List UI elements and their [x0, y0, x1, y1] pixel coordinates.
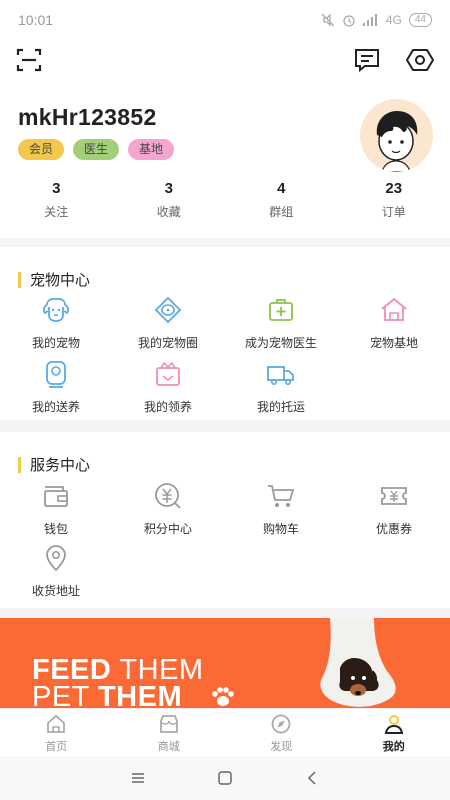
tab-shop-label: 商城: [157, 741, 180, 753]
coupon-icon: [381, 487, 407, 505]
cart-icon: [268, 485, 295, 507]
cart-item[interactable]: 购物车: [225, 481, 337, 537]
back-icon[interactable]: [302, 768, 322, 788]
username[interactable]: mkHr123852: [18, 104, 157, 131]
title-accent-bar: [18, 271, 21, 288]
compass-icon: [271, 714, 291, 734]
pet-circle-icon: [154, 296, 182, 324]
settings-icon[interactable]: [406, 46, 434, 74]
address-label: 收货地址: [31, 584, 80, 598]
my-adoption-label: 我的领养: [143, 400, 192, 414]
badge-member: 会员: [18, 139, 65, 160]
avatar[interactable]: [360, 99, 433, 172]
stat-follow-value: 3: [52, 180, 61, 197]
become-vet-item[interactable]: 成为宠物医生: [225, 295, 337, 351]
status-time: 10:01: [18, 12, 54, 28]
pet-house-icon: [381, 297, 407, 321]
pet-base-item[interactable]: 宠物基地: [338, 295, 450, 351]
tab-discover-label: 发现: [270, 741, 293, 753]
tab-discover[interactable]: 发现: [225, 709, 338, 756]
stat-favorites-value: 3: [164, 180, 173, 197]
banner-word-pet: PET: [32, 681, 90, 708]
truck-icon: [267, 366, 294, 385]
status-icons: 4G 44: [321, 13, 432, 27]
give-away-icon: [46, 361, 66, 388]
alarm-icon: [343, 15, 355, 27]
mute-icon: [321, 13, 335, 27]
message-icon[interactable]: [353, 46, 381, 74]
stat-orders-label: 订单: [381, 205, 406, 219]
points-center-label: 积分中心: [143, 522, 192, 536]
status-bar: 10:01 4G 44: [0, 0, 450, 40]
address-item[interactable]: 收货地址: [0, 543, 112, 599]
pet-center-title: 宠物中心: [18, 269, 90, 290]
network-type: 4G: [385, 13, 402, 27]
badge-doctor: 医生: [73, 139, 120, 160]
top-bar: [0, 40, 450, 82]
tab-mine-label: 我的: [382, 741, 405, 753]
promo-banner[interactable]: FEED THEM PET THEM: [0, 618, 450, 708]
banner-line-2: PET THEM: [32, 682, 182, 708]
stat-orders-value: 23: [385, 180, 403, 197]
dog-in-sling-image: [320, 618, 396, 707]
cart-label: 购物车: [262, 522, 299, 536]
tab-home[interactable]: 首页: [0, 709, 113, 756]
badge-base: 基地: [128, 139, 175, 160]
dog-face-icon: [43, 298, 69, 322]
banner-word-them-2: THEM: [97, 681, 183, 708]
paw-icon: [212, 687, 234, 706]
my-pets-item[interactable]: 我的宠物: [0, 295, 112, 351]
tab-mine[interactable]: 我的: [338, 709, 450, 756]
stat-follow-label: 关注: [44, 205, 69, 219]
tab-shop[interactable]: 商城: [113, 709, 226, 756]
my-shipping-item[interactable]: 我的托运: [225, 359, 337, 415]
coupon-item[interactable]: 优惠券: [338, 481, 450, 537]
home-button-icon[interactable]: [215, 768, 235, 788]
service-center-title: 服务中心: [18, 454, 90, 475]
my-pet-circle-item[interactable]: 我的宠物圈: [112, 295, 224, 351]
stat-groups-value: 4: [277, 180, 286, 197]
stat-follow[interactable]: 3 关注: [0, 180, 113, 220]
shop-icon: [159, 715, 178, 733]
scan-icon[interactable]: [15, 46, 43, 74]
stat-groups-label: 群组: [269, 205, 294, 219]
adopt-icon: [156, 361, 180, 386]
menu-icon[interactable]: [128, 768, 148, 788]
stat-favorites-label: 收藏: [156, 205, 181, 219]
points-icon: [155, 483, 181, 509]
wallet-item[interactable]: 钱包: [0, 481, 112, 537]
become-vet-label: 成为宠物医生: [244, 336, 317, 350]
my-pets-label: 我的宠物: [31, 336, 80, 350]
my-shipping-label: 我的托运: [256, 400, 305, 414]
stat-groups[interactable]: 4 群组: [225, 180, 338, 220]
my-giveaway-label: 我的送养: [31, 400, 80, 414]
coupon-label: 优惠券: [375, 522, 412, 536]
medical-kit-icon: [269, 299, 293, 321]
user-icon: [384, 715, 403, 734]
my-adoption-item[interactable]: 我的领养: [112, 359, 224, 415]
my-pet-circle-label: 我的宠物圈: [137, 336, 198, 350]
stats-row: 3 关注 3 收藏 4 群组 23 订单: [0, 180, 450, 220]
home-icon: [47, 714, 66, 733]
tab-home-label: 首页: [45, 741, 68, 753]
pet-center-card: 宠物中心 我的宠物 我的宠物圈 成为宠物医生 宠物基地 我的送养 我的领养 我的…: [0, 247, 450, 420]
system-nav-bar: [0, 756, 450, 800]
badge-list: 会员 医生 基地: [18, 139, 175, 160]
location-icon: [46, 545, 66, 572]
stat-orders[interactable]: 23 订单: [338, 180, 450, 220]
title-accent-bar: [18, 456, 21, 473]
stat-favorites[interactable]: 3 收藏: [113, 180, 226, 220]
wallet-icon: [44, 486, 68, 507]
bottom-tab-bar: 首页 商城 发现 我的: [0, 708, 450, 756]
pet-center-title-text: 宠物中心: [30, 272, 91, 289]
service-center-card: 服务中心 钱包 积分中心 购物车 优惠券 收货地址: [0, 432, 450, 608]
signal-icon: [362, 14, 377, 26]
wallet-label: 钱包: [43, 522, 68, 536]
points-center-item[interactable]: 积分中心: [112, 481, 224, 537]
pet-base-label: 宠物基地: [369, 336, 418, 350]
battery-indicator: 44: [408, 13, 432, 27]
profile-section: mkHr123852 会员 医生 基地 3 关注 3 收藏 4 群组 23 订单: [0, 82, 450, 238]
my-giveaway-item[interactable]: 我的送养: [0, 359, 112, 415]
service-center-title-text: 服务中心: [30, 457, 91, 474]
